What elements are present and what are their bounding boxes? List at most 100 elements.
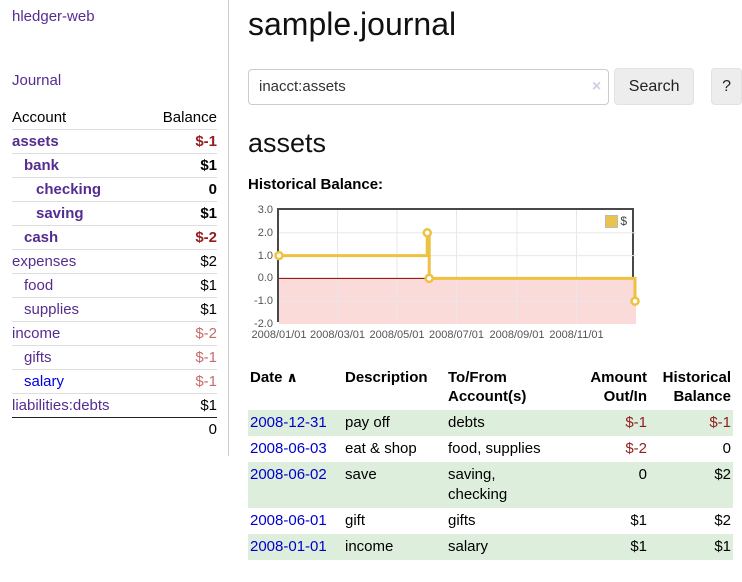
account-balance: $1 — [144, 298, 217, 322]
nav-journal-link[interactable]: Journal — [12, 72, 217, 89]
register-row[interactable]: 2008-06-03 eat & shop food, supplies $-2… — [248, 436, 733, 462]
column-header-accounts: To/From Account(s) — [448, 366, 560, 410]
account-link-gifts[interactable]: gifts — [24, 349, 52, 366]
accounts-total-row: 0 — [12, 418, 217, 442]
transaction-date-link[interactable]: 2008-01-01 — [250, 538, 327, 555]
account-row-assets: assets $-1 — [12, 130, 217, 154]
sort-asc-icon: ∧ — [287, 369, 298, 385]
column-header-date[interactable]: Date∧ — [248, 366, 345, 410]
transaction-description: income — [345, 534, 448, 560]
register-table: Date∧ Description To/From Account(s) Amo… — [248, 366, 733, 560]
transaction-description: eat & shop — [345, 436, 448, 462]
account-row-supplies: supplies $1 — [12, 298, 217, 322]
accounts-table: Account Balance assets $-1 bank $1 check… — [12, 106, 217, 441]
y-tick-label: -1.0 — [248, 295, 273, 307]
search-form: × Search ? — [248, 68, 742, 105]
clear-search-icon[interactable]: × — [592, 77, 601, 97]
register-row[interactable]: 2008-06-02 save saving, checking 0 $2 — [248, 462, 733, 508]
account-link-bank[interactable]: bank — [24, 157, 59, 174]
account-row-gifts: gifts $-1 — [12, 346, 217, 370]
search-box: × — [248, 69, 609, 105]
account-link-food[interactable]: food — [24, 277, 53, 294]
transaction-accounts: gifts — [448, 508, 560, 534]
y-tick-label: 3.0 — [248, 204, 273, 216]
accounts-header-account: Account — [12, 106, 144, 130]
account-page-title: assets — [248, 128, 742, 159]
account-row-salary: salary $-1 — [12, 370, 217, 394]
register-header-row: Date∧ Description To/From Account(s) Amo… — [248, 366, 733, 410]
transaction-amount: 0 — [560, 462, 649, 508]
legend-label: $ — [620, 214, 627, 228]
search-input[interactable] — [248, 69, 609, 105]
account-balance: $1 — [144, 202, 217, 226]
account-balance: $1 — [144, 154, 217, 178]
transaction-amount: $1 — [560, 508, 649, 534]
transaction-balance: 0 — [649, 436, 733, 462]
account-link-salary[interactable]: salary — [24, 373, 64, 390]
accounts-total-balance: 0 — [144, 418, 217, 442]
search-button[interactable]: Search — [614, 68, 694, 105]
account-balance: $1 — [144, 394, 217, 418]
app-title-link[interactable]: hledger-web — [12, 8, 217, 25]
register-row[interactable]: 2008-12-31 pay off debts $-1 $-1 — [248, 410, 733, 436]
chart-canvas — [279, 210, 636, 324]
page-title: sample.journal — [248, 6, 742, 43]
x-tick-label: 2008/11/01 — [542, 329, 612, 341]
transaction-balance: $-1 — [649, 410, 733, 436]
historical-balance-chart: 3.02.01.00.0-1.0-2.0 $ 2008/01/012008/03… — [248, 202, 742, 348]
account-link-assets[interactable]: assets — [12, 133, 59, 150]
transaction-amount: $-1 — [560, 410, 649, 436]
account-link-expenses[interactable]: expenses — [12, 253, 76, 270]
account-link-supplies[interactable]: supplies — [24, 301, 79, 318]
account-balance: $-1 — [144, 130, 217, 154]
account-row-saving: saving $1 — [12, 202, 217, 226]
account-balance: $-1 — [144, 346, 217, 370]
account-link-checking[interactable]: checking — [36, 181, 101, 198]
transaction-balance: $2 — [649, 462, 733, 508]
transaction-date-link[interactable]: 2008-12-31 — [250, 414, 327, 431]
register-row[interactable]: 2008-06-01 gift gifts $1 $2 — [248, 508, 733, 534]
column-header-amount: Amount Out/In — [560, 366, 649, 410]
help-button[interactable]: ? — [711, 68, 742, 105]
transaction-accounts: food, supplies — [448, 436, 560, 462]
account-balance: $-2 — [144, 226, 217, 250]
transaction-description: pay off — [345, 410, 448, 436]
account-balance: $1 — [144, 274, 217, 298]
transaction-description: save — [345, 462, 448, 508]
y-tick-label: 1.0 — [248, 250, 273, 262]
account-link-income[interactable]: income — [12, 325, 60, 342]
transaction-amount: $-2 — [560, 436, 649, 462]
account-row-food: food $1 — [12, 274, 217, 298]
transaction-description: gift — [345, 508, 448, 534]
account-row-expenses: expenses $2 — [12, 250, 217, 274]
transaction-amount: $1 — [560, 534, 649, 560]
account-row-bank: bank $1 — [12, 154, 217, 178]
transaction-date-link[interactable]: 2008-06-01 — [250, 512, 327, 529]
register-row[interactable]: 2008-01-01 income salary $1 $1 — [248, 534, 733, 560]
account-link-saving[interactable]: saving — [36, 205, 84, 222]
account-balance: $-1 — [144, 370, 217, 394]
chart-plot-area: $ — [277, 208, 634, 322]
y-tick-label: 2.0 — [248, 227, 273, 239]
account-balance: $-2 — [144, 322, 217, 346]
transaction-accounts: debts — [448, 410, 560, 436]
transaction-date-link[interactable]: 2008-06-03 — [250, 440, 327, 457]
account-row-cash: cash $-2 — [12, 226, 217, 250]
account-row-income: income $-2 — [12, 322, 217, 346]
transaction-balance: $2 — [649, 508, 733, 534]
legend-swatch-icon — [605, 215, 618, 228]
account-balance: 0 — [144, 178, 217, 202]
chart-legend: $ — [603, 213, 629, 229]
account-row-liabilities-debts: liabilities:debts $1 — [12, 394, 217, 418]
sidebar: hledger-web Journal Account Balance asse… — [0, 0, 229, 456]
account-row-checking: checking 0 — [12, 178, 217, 202]
y-tick-label: 0.0 — [248, 272, 273, 284]
account-link-liabilities-debts[interactable]: liabilities:debts — [12, 397, 110, 414]
transaction-date-link[interactable]: 2008-06-02 — [250, 466, 327, 483]
transaction-balance: $1 — [649, 534, 733, 560]
account-link-cash[interactable]: cash — [24, 229, 58, 246]
chart-label: Historical Balance: — [248, 176, 742, 193]
accounts-header-balance: Balance — [144, 106, 217, 130]
transaction-accounts: salary — [448, 534, 560, 560]
column-header-description: Description — [345, 366, 448, 410]
